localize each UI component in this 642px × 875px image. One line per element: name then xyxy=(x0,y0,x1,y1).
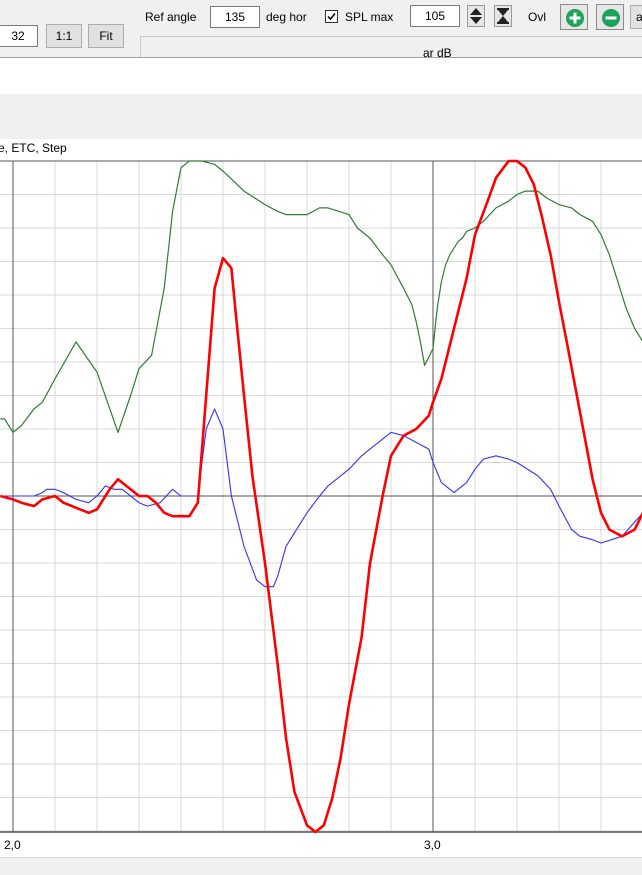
tab-strip-area xyxy=(0,94,642,139)
x-tick-labels: 2,0 3,0 xyxy=(4,838,441,852)
hourglass-icon xyxy=(497,8,509,24)
spin-up-down-button[interactable] xyxy=(467,5,485,27)
spl-max-checkbox[interactable] xyxy=(325,10,338,23)
chart-svg[interactable]: 2,0 3,0 xyxy=(0,139,642,857)
chart-panel[interactable]: 2,0 3,0 xyxy=(0,139,642,857)
deg-hor-label: deg hor xyxy=(266,10,307,24)
remove-overlay-button[interactable] xyxy=(596,4,624,30)
ovl-label: Ovl xyxy=(528,10,546,24)
zoom-input[interactable]: 32 xyxy=(0,25,38,47)
fit-button[interactable]: Fit xyxy=(88,24,124,48)
ref-angle-label: Ref angle xyxy=(145,10,197,24)
ref-angle-input[interactable]: 135 xyxy=(210,6,260,28)
checkmark-icon xyxy=(327,13,336,21)
one-to-one-button[interactable]: 1:1 xyxy=(46,24,82,48)
status-bar xyxy=(0,857,642,875)
up-down-arrows-icon xyxy=(470,8,482,24)
x-tick-label: 3,0 xyxy=(424,838,441,852)
plus-icon xyxy=(566,9,584,27)
truncated-button[interactable]: a xyxy=(630,5,642,29)
toolbar: 32 1:1 Fit Ref angle 135 deg hor SPL max… xyxy=(0,0,642,59)
add-overlay-button[interactable] xyxy=(560,4,588,30)
info-band xyxy=(0,58,642,94)
spl-max-input[interactable]: 105 xyxy=(410,5,460,27)
x-tick-label: 2,0 xyxy=(4,838,21,852)
spl-max-label: SPL max xyxy=(345,10,394,24)
hourglass-button[interactable] xyxy=(494,5,512,27)
chart-title: e, ETC, Step xyxy=(0,141,67,155)
minus-icon xyxy=(602,9,620,27)
toolbar-inner-panel: ar dB xyxy=(140,36,642,59)
